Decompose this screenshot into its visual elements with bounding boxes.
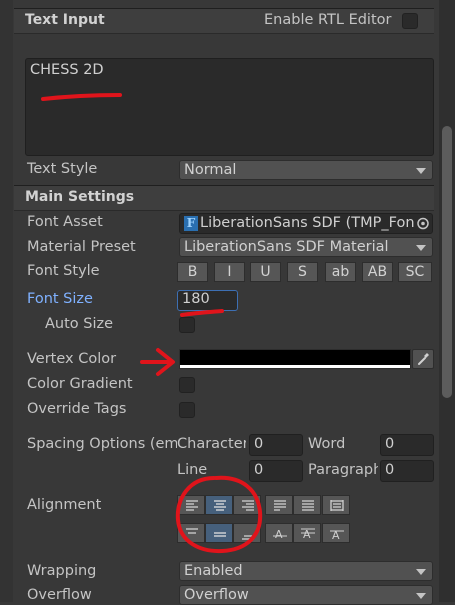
annotation-overlay bbox=[41, 93, 263, 554]
annotation-underline-text bbox=[41, 93, 122, 101]
annotation-arrow-icon bbox=[140, 348, 175, 376]
annotation-circle-alignment bbox=[175, 475, 263, 554]
annotation-underline-font-size bbox=[180, 309, 224, 317]
